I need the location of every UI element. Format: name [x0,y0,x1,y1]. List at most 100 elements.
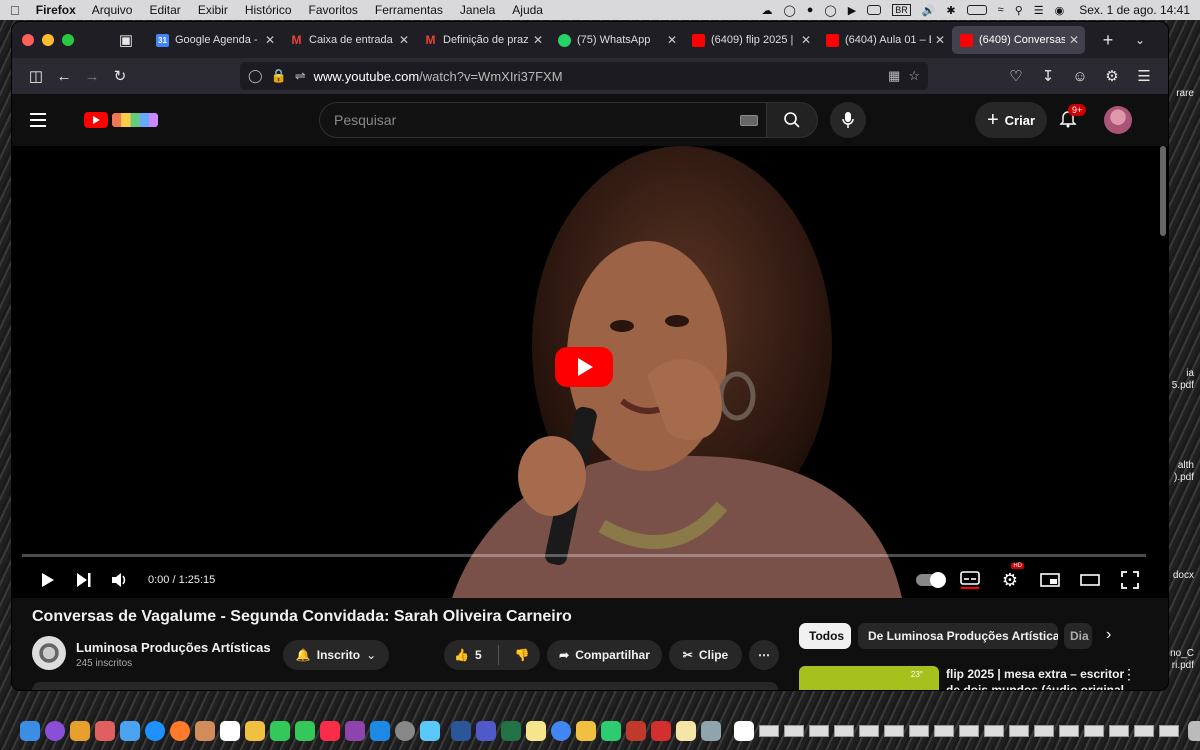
excel-icon[interactable] [501,721,521,741]
minimized-window[interactable] [959,725,979,737]
notifications-button[interactable]: 9+ [1058,104,1087,132]
apple-menu-icon[interactable]:  [10,3,20,18]
minimized-window[interactable] [809,725,829,737]
close-tab-icon[interactable]: ✕ [801,33,811,47]
app-icon[interactable] [95,721,115,741]
video-player[interactable]: 0:00 / 1:25:15 ⚙ HD [12,146,1168,598]
reload-button[interactable]: ↻ [106,62,134,90]
progress-bar[interactable] [22,554,1146,557]
minimized-window[interactable] [1159,725,1179,737]
close-tab-icon[interactable]: ✕ [533,33,543,47]
chrome-icon[interactable] [551,721,571,741]
minimized-window[interactable] [759,725,779,737]
share-button[interactable]: ➦ Compartilhar [547,640,662,670]
minimized-window[interactable] [1109,725,1129,737]
permissions-icon[interactable]: ⇌ [295,68,306,84]
theater-mode-button[interactable] [1072,566,1108,594]
cloud-icon[interactable]: ☁ [761,4,772,17]
podcasts-icon[interactable] [345,721,365,741]
desktop-file[interactable]: alth ).pdf [1174,460,1194,484]
close-tab-icon[interactable]: ✕ [265,33,275,47]
play-button[interactable] [30,566,66,594]
chevron-right-icon[interactable]: › [1106,626,1111,644]
lock-icon[interactable]: 🔒 [271,68,287,84]
launchpad-icon[interactable] [70,721,90,741]
wifi-icon[interactable]: ≈ [998,4,1004,16]
desktop-file[interactable]: ia 5.pdf [1172,368,1194,392]
safari-icon[interactable] [145,721,165,741]
minimized-window[interactable] [859,725,879,737]
close-tab-icon[interactable]: ✕ [667,33,677,47]
description-box[interactable] [32,682,778,690]
youtube-doodle[interactable] [112,113,158,127]
status-icon[interactable]: ◯ [824,4,836,17]
autoplay-toggle[interactable] [912,566,948,594]
messages-icon[interactable] [270,721,290,741]
fullscreen-button[interactable] [1112,566,1148,594]
menu-editar[interactable]: Editar [149,3,180,17]
url-text[interactable]: www.youtube.com/watch?v=WmXIri37FXM [314,69,880,84]
contacts-icon[interactable] [195,721,215,741]
settings-button[interactable]: ⚙ HD [992,563,1028,594]
mail-icon[interactable] [120,721,140,741]
search-input[interactable]: Pesquisar [319,102,767,138]
minimized-window[interactable] [1134,725,1154,737]
search-button[interactable] [766,102,818,138]
extensions-icon[interactable]: ⚙ [1098,62,1126,90]
acrobat-icon[interactable] [651,721,671,741]
tab-list-chevron-icon[interactable]: ⌄ [1126,26,1154,54]
chip-dia[interactable]: Dia [1064,623,1092,649]
close-tab-icon[interactable]: ✕ [399,33,409,47]
menu-ferramentas[interactable]: Ferramentas [375,3,443,17]
siri-icon[interactable] [45,721,65,741]
app-menu-icon[interactable]: ☰ [1130,62,1158,90]
recommendation-thumbnail[interactable]: 23° [799,666,939,690]
tab-whatsapp[interactable]: (75) WhatsApp ✕ [550,26,683,54]
minimized-window[interactable] [784,725,804,737]
play-circle-icon[interactable]: ▶ [848,4,856,17]
sidebar-icon[interactable]: ◫ [22,62,50,90]
battery-outline-icon[interactable] [867,5,882,15]
reader-view-icon[interactable]: ▦ [888,68,900,84]
pocket-icon[interactable]: ♡ [1002,62,1030,90]
url-bar[interactable]: ◯ 🔒 ⇌ www.youtube.com/watch?v=WmXIri37FX… [240,62,928,90]
minimized-window[interactable] [884,725,904,737]
app-menu[interactable]: Firefox [36,3,76,17]
app-icon[interactable] [576,721,596,741]
app-icon[interactable] [701,721,721,741]
minimized-window[interactable] [1009,725,1029,737]
next-button[interactable] [66,566,102,594]
firefox-icon[interactable] [170,721,190,741]
tab-gmail-inbox[interactable]: M Caixa de entrada (8 ✕ [282,26,415,54]
dislike-button[interactable]: 👎 [515,648,530,662]
voice-search-button[interactable] [830,102,866,138]
youtube-logo-icon[interactable] [84,112,108,128]
tab-youtube-conversas[interactable]: (6409) Conversas d ✕ [952,26,1085,54]
tracking-shield-icon[interactable]: ◯ [248,68,263,84]
tab-youtube-aula[interactable]: (6404) Aula 01 – Ed ✕ [818,26,951,54]
close-window-button[interactable] [22,34,34,46]
tab-youtube-flip[interactable]: (6409) flip 2025 | m ✕ [684,26,817,54]
finder-icon[interactable] [20,721,40,741]
guide-menu-icon[interactable] [30,113,70,127]
menu-arquivo[interactable]: Arquivo [92,3,133,17]
minimized-window[interactable] [1034,725,1054,737]
menu-historico[interactable]: Histórico [245,3,292,17]
minimized-window[interactable] [934,725,954,737]
subscribed-button[interactable]: 🔔 Inscrito ⌄ [283,640,389,670]
bookmark-star-icon[interactable]: ☆ [908,68,920,84]
desktop-file[interactable]: no_C ri.pdf [1170,648,1194,672]
minimized-window[interactable] [909,725,929,737]
clip-button[interactable]: ✂ Clipe [669,640,742,670]
create-button[interactable]: + Criar [975,102,1047,138]
desktop-file[interactable]: rare [1176,88,1194,100]
trash-icon[interactable] [1188,721,1200,741]
tab-overview-icon[interactable]: ▣ [112,26,140,54]
facetime-icon[interactable] [295,721,315,741]
spotlight-search-icon[interactable]: ⚲ [1015,4,1023,17]
minimized-window[interactable] [834,725,854,737]
word-icon[interactable] [451,721,471,741]
more-actions-button[interactable]: ⋯ [749,640,779,670]
channel-avatar[interactable] [32,636,66,670]
zoom-window-button[interactable] [62,34,74,46]
